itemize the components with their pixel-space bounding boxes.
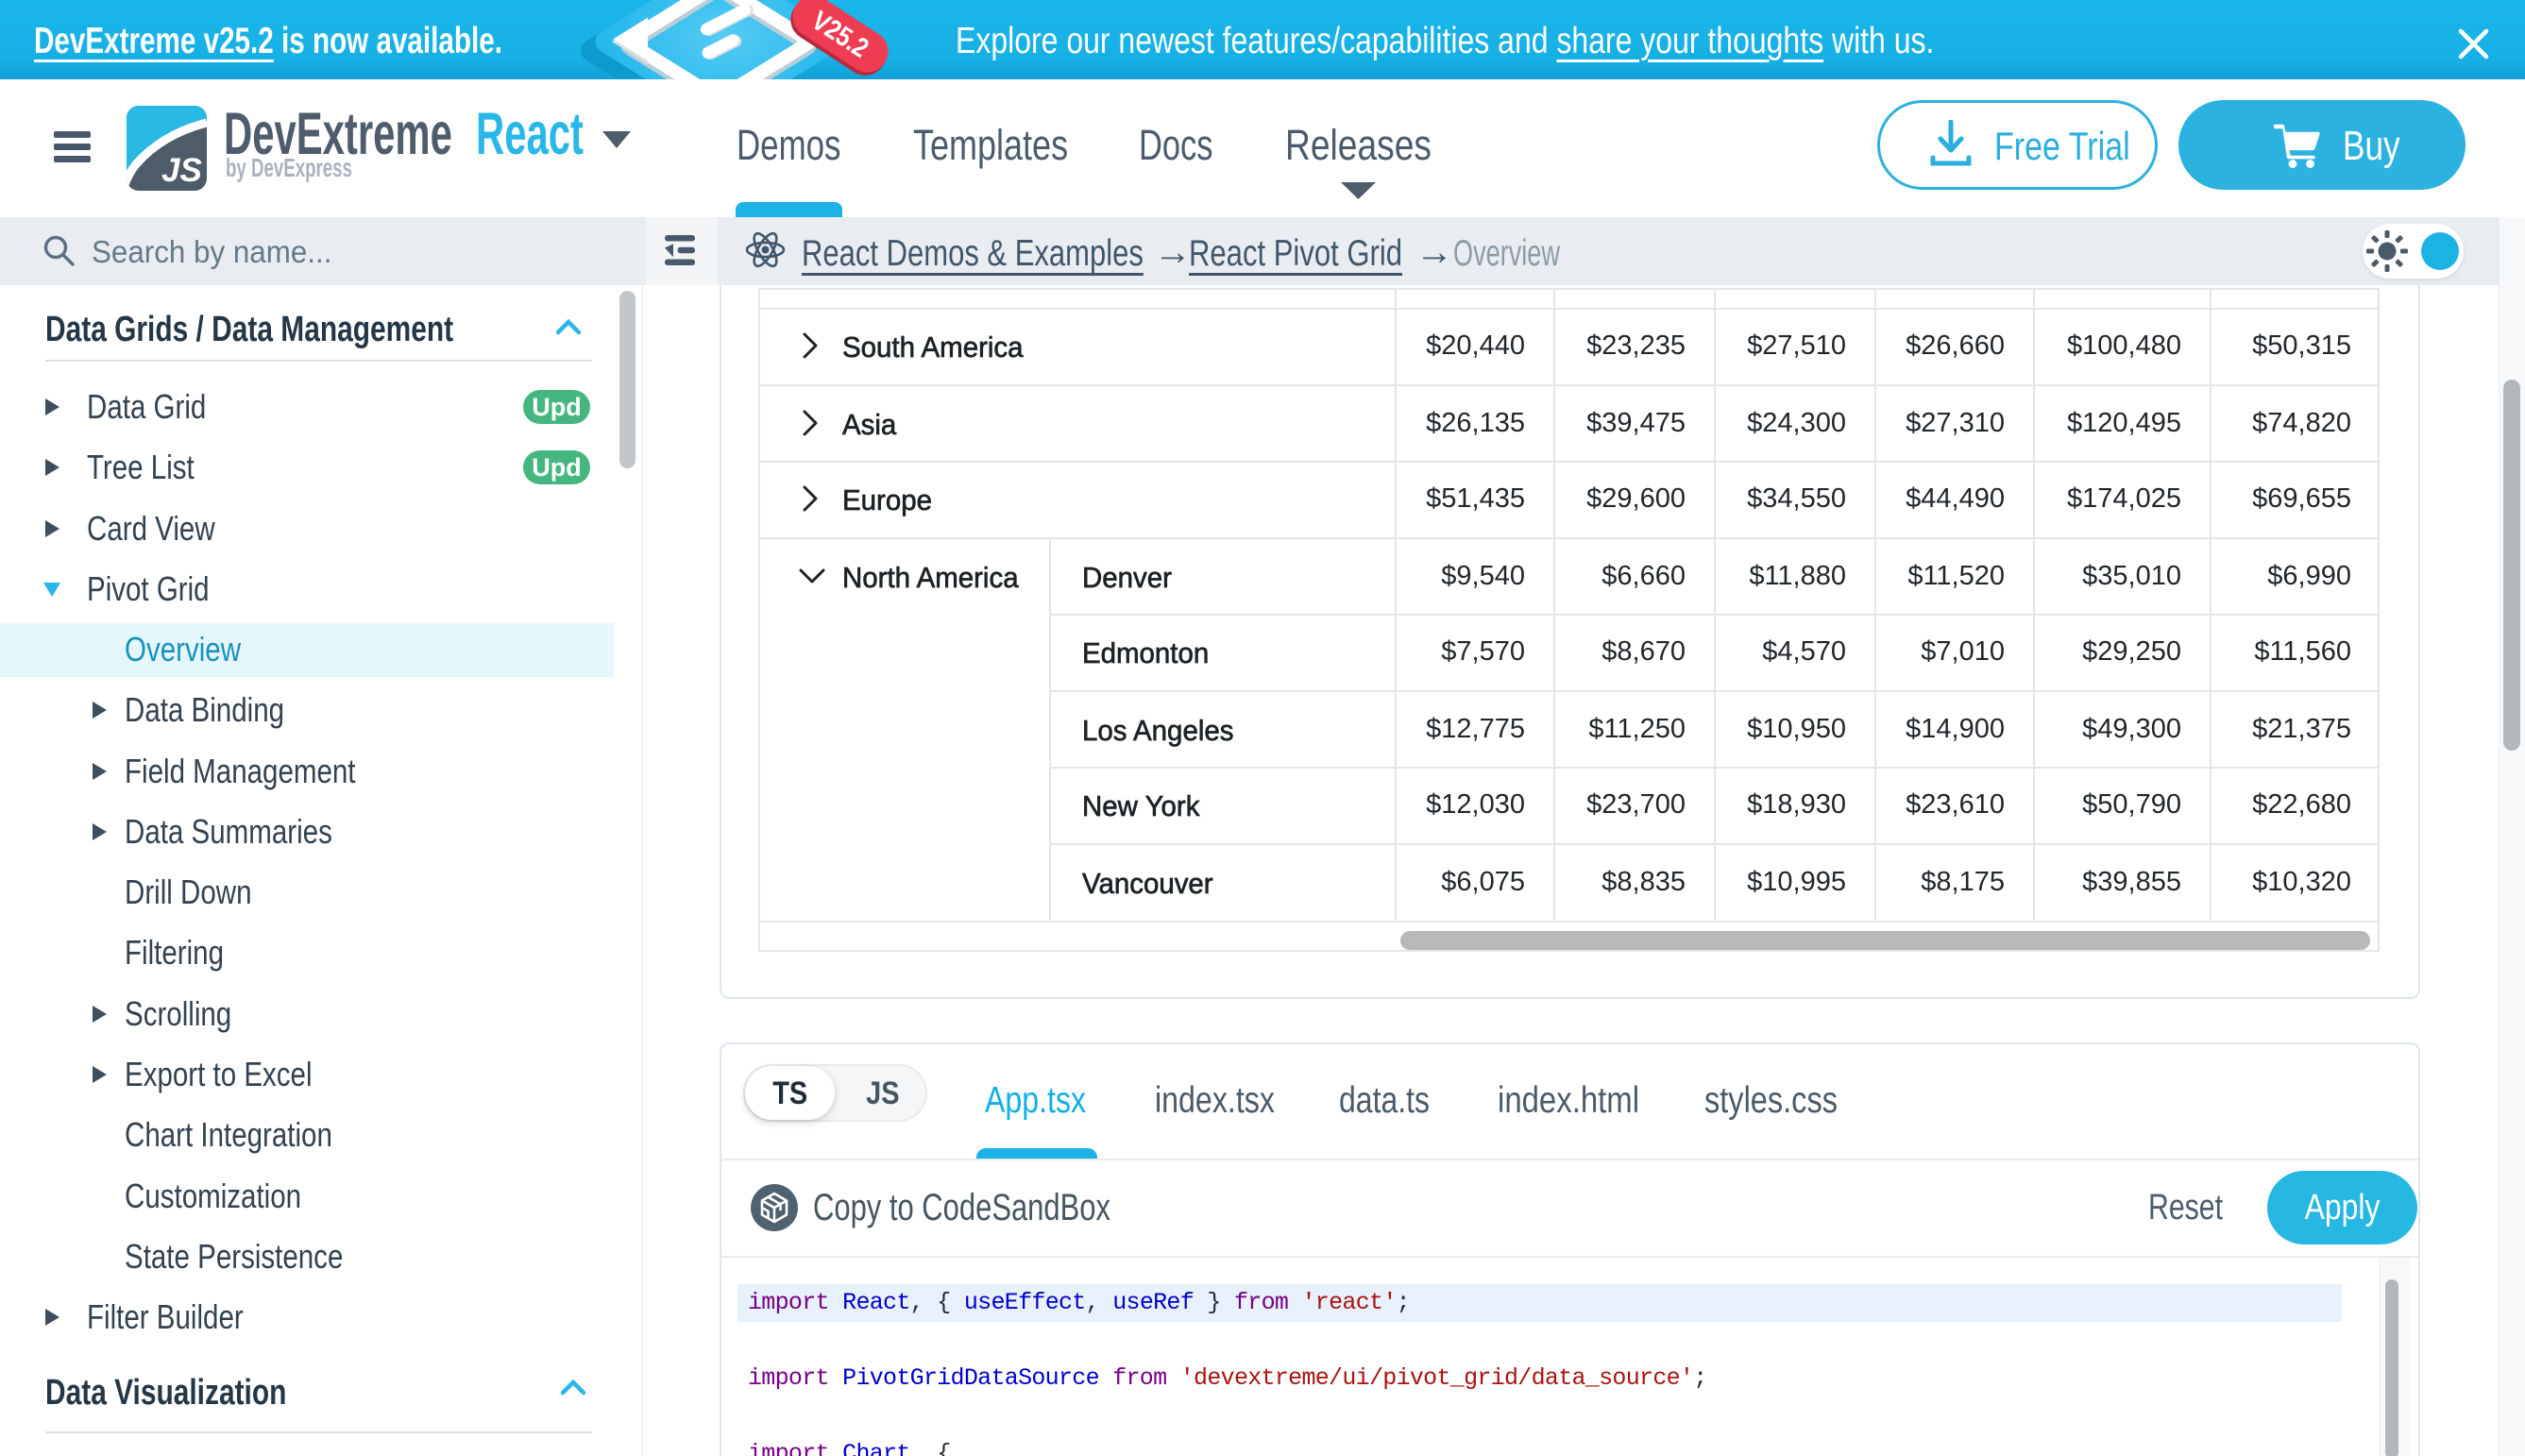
svg-text:JS: JS (161, 152, 202, 189)
